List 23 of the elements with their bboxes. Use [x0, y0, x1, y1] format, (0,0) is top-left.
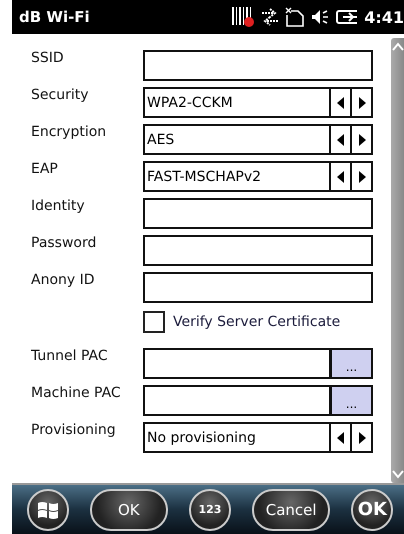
browse-button[interactable]: ... — [331, 385, 373, 416]
field-label: Provisioning — [30, 422, 117, 438]
soft-key[interactable]: Cancel — [252, 488, 330, 530]
field-label: Security — [30, 87, 90, 103]
soft-key[interactable]: 123 — [188, 488, 231, 530]
window-title: dB Wi-Fi — [19, 8, 90, 26]
field-label: SSID — [30, 50, 65, 66]
field-label: Tunnel PAC — [30, 348, 109, 364]
field-label: Anony ID — [30, 272, 96, 288]
browse-button[interactable]: ... — [331, 348, 373, 379]
spinner-field[interactable]: WPA2-CCKM — [143, 87, 331, 118]
field-label: Encryption — [30, 124, 108, 140]
ok-button[interactable]: OK — [351, 488, 394, 530]
checkbox-label: Verify Server Certificate — [173, 314, 340, 330]
clock-time: 4:41 — [364, 8, 404, 26]
spinner-field[interactable]: AES — [143, 124, 331, 155]
field-label: Machine PAC — [30, 385, 122, 401]
field-label: Password — [30, 235, 98, 251]
spinner-field[interactable]: FAST-MSCHAPv2 — [143, 161, 331, 192]
spinner-field[interactable]: No provisioning — [143, 422, 331, 453]
field-label: Identity — [30, 198, 86, 214]
soft-key[interactable]: OK — [90, 488, 168, 530]
field-label: EAP — [30, 161, 59, 177]
